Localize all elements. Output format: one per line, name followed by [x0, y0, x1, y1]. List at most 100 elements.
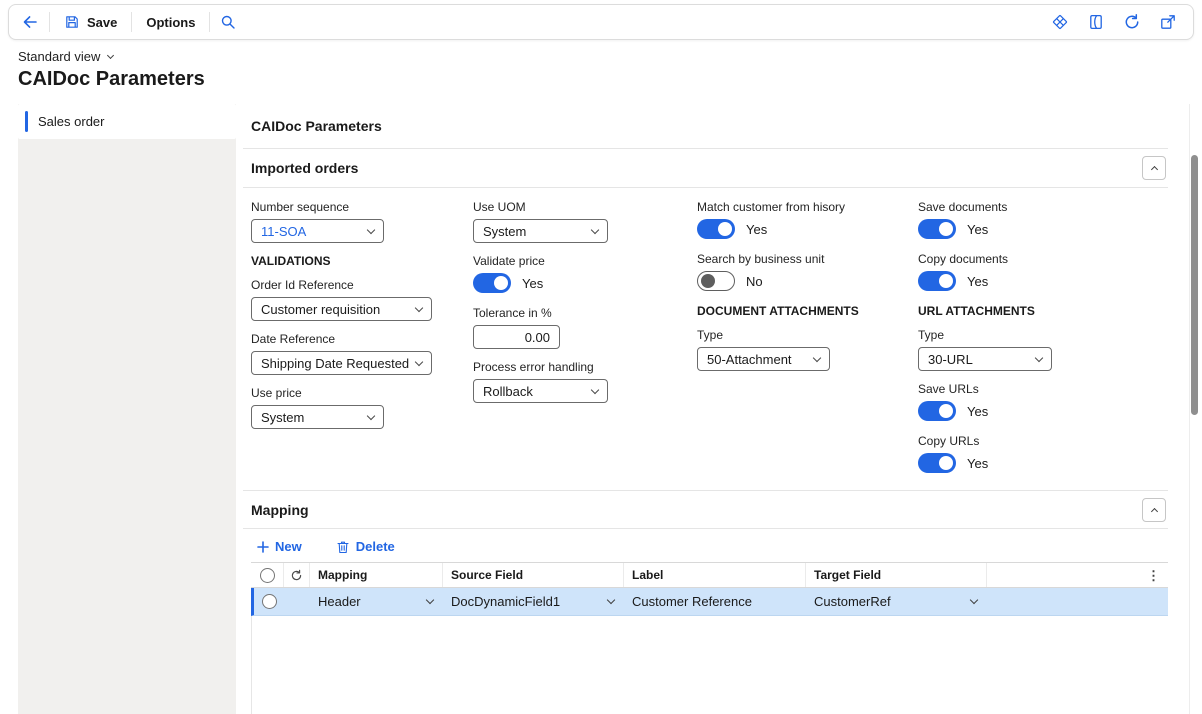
column-header-source-field[interactable]: Source Field	[443, 563, 624, 587]
new-button-label: New	[275, 539, 302, 554]
process-error-handling-label: Process error handling	[473, 360, 678, 374]
validate-price-toggle[interactable]	[473, 273, 511, 293]
save-documents-toggle[interactable]	[918, 219, 956, 239]
select-all-header-cell[interactable]	[251, 563, 284, 587]
chevron-up-icon	[1150, 166, 1157, 173]
match-customer-value: Yes	[746, 222, 767, 237]
row-target-field-dropdown[interactable]: CustomerRef	[806, 588, 987, 615]
new-button[interactable]: New	[251, 538, 308, 555]
copy-urls-label: Copy URLs	[918, 434, 1128, 448]
toolbar-divider	[49, 12, 50, 32]
toolbar-divider	[131, 12, 132, 32]
scrollbar-thumb[interactable]	[1191, 155, 1198, 415]
sidebar-item-label: Sales order	[38, 114, 104, 129]
search-icon	[220, 14, 236, 30]
save-urls-value: Yes	[967, 404, 988, 419]
view-selector[interactable]: Standard view	[18, 49, 113, 64]
sidebar-item-sales-order[interactable]: Sales order	[18, 104, 236, 139]
view-selector-label: Standard view	[18, 49, 100, 64]
use-price-label: Use price	[251, 386, 456, 400]
mapping-action-bar: New Delete	[243, 529, 1168, 562]
mapping-grid: Mapping Source Field Label Target Field …	[251, 562, 1168, 714]
validate-price-value: Yes	[522, 276, 543, 291]
more-options-icon[interactable]: ⋮	[1147, 569, 1160, 582]
sync-column-header	[284, 563, 310, 587]
delete-button[interactable]: Delete	[330, 538, 401, 555]
use-price-value: System	[261, 410, 304, 425]
save-floppy-icon	[64, 14, 80, 30]
save-urls-label: Save URLs	[918, 382, 1128, 396]
imported-orders-collapse-button[interactable]	[1142, 156, 1166, 180]
chevron-down-icon	[591, 385, 599, 393]
number-sequence-dropdown[interactable]: 11-SOA	[251, 219, 384, 243]
column-header-target-field[interactable]: Target Field	[806, 563, 987, 587]
book-icon	[1087, 13, 1105, 31]
main-panel: CAIDoc Parameters Imported orders Number…	[243, 104, 1168, 714]
save-documents-value: Yes	[967, 222, 988, 237]
save-urls-toggle[interactable]	[918, 401, 956, 421]
use-price-dropdown[interactable]: System	[251, 405, 384, 429]
grid-empty-area	[251, 616, 1168, 714]
document-attachments-heading: DOCUMENT ATTACHMENTS	[697, 304, 907, 318]
guide-button[interactable]	[1085, 11, 1107, 33]
date-reference-dropdown[interactable]: Shipping Date Requested	[251, 351, 432, 375]
back-arrow-icon	[21, 13, 39, 31]
options-button[interactable]: Options	[140, 11, 201, 34]
dynamics-app-button[interactable]	[1049, 11, 1071, 33]
row-mapping-dropdown[interactable]: Header	[310, 588, 443, 615]
back-button[interactable]	[19, 11, 41, 33]
sidebar: Sales order	[18, 104, 236, 714]
mapping-section-header: Mapping	[243, 490, 1168, 529]
chevron-down-icon	[591, 225, 599, 233]
toolbar-divider	[209, 12, 210, 32]
refresh-button[interactable]	[1121, 11, 1143, 33]
use-uom-value: System	[483, 224, 526, 239]
copy-documents-value: Yes	[967, 274, 988, 289]
search-by-business-unit-value: No	[746, 274, 763, 289]
order-id-reference-value: Customer requisition	[261, 302, 380, 317]
mapping-collapse-button[interactable]	[1142, 498, 1166, 522]
select-all-radio[interactable]	[260, 568, 275, 583]
save-button-label: Save	[87, 15, 117, 30]
document-type-value: 50-Attachment	[707, 352, 792, 367]
sync-icon	[290, 569, 303, 582]
process-error-handling-dropdown[interactable]: Rollback	[473, 379, 608, 403]
document-type-dropdown[interactable]: 50-Attachment	[697, 347, 830, 371]
delete-button-label: Delete	[356, 539, 395, 554]
row-select-cell[interactable]	[254, 588, 284, 615]
vertical-scrollbar[interactable]	[1189, 104, 1199, 714]
date-reference-value: Shipping Date Requested	[261, 356, 409, 371]
use-uom-dropdown[interactable]: System	[473, 219, 608, 243]
column-header-mapping[interactable]: Mapping	[310, 563, 443, 587]
mapping-grid-header: Mapping Source Field Label Target Field …	[251, 563, 1168, 588]
chevron-down-icon	[970, 596, 978, 604]
table-row[interactable]: Header DocDynamicField1 Customer Referen…	[251, 588, 1168, 616]
column-header-label[interactable]: Label	[624, 563, 806, 587]
search-button[interactable]	[218, 12, 238, 32]
search-by-business-unit-label: Search by business unit	[697, 252, 907, 266]
save-button[interactable]: Save	[58, 10, 123, 34]
tolerance-input[interactable]: 0.00	[473, 325, 560, 349]
copy-documents-toggle[interactable]	[918, 271, 956, 291]
number-sequence-label: Number sequence	[251, 200, 456, 214]
url-type-label: Type	[918, 328, 1128, 342]
process-error-handling-value: Rollback	[483, 384, 533, 399]
row-source-field-dropdown[interactable]: DocDynamicField1	[443, 588, 624, 615]
order-id-reference-dropdown[interactable]: Customer requisition	[251, 297, 432, 321]
row-label-cell[interactable]: Customer Reference	[624, 588, 806, 615]
dynamics-diamond-icon	[1051, 13, 1069, 31]
document-type-label: Type	[697, 328, 907, 342]
search-by-business-unit-toggle[interactable]	[697, 271, 735, 291]
copy-documents-label: Copy documents	[918, 252, 1128, 266]
open-in-new-window-button[interactable]	[1157, 11, 1179, 33]
panel-title: CAIDoc Parameters	[243, 104, 1168, 149]
match-customer-label: Match customer from hisory	[697, 200, 907, 214]
match-customer-toggle[interactable]	[697, 219, 735, 239]
chevron-down-icon	[813, 353, 821, 361]
imported-orders-form: Number sequence 11-SOA VALIDATIONS Order…	[243, 188, 1168, 490]
row-select-radio[interactable]	[262, 594, 277, 609]
date-reference-label: Date Reference	[251, 332, 456, 346]
chevron-down-icon	[367, 225, 375, 233]
copy-urls-toggle[interactable]	[918, 453, 956, 473]
url-type-dropdown[interactable]: 30-URL	[918, 347, 1052, 371]
